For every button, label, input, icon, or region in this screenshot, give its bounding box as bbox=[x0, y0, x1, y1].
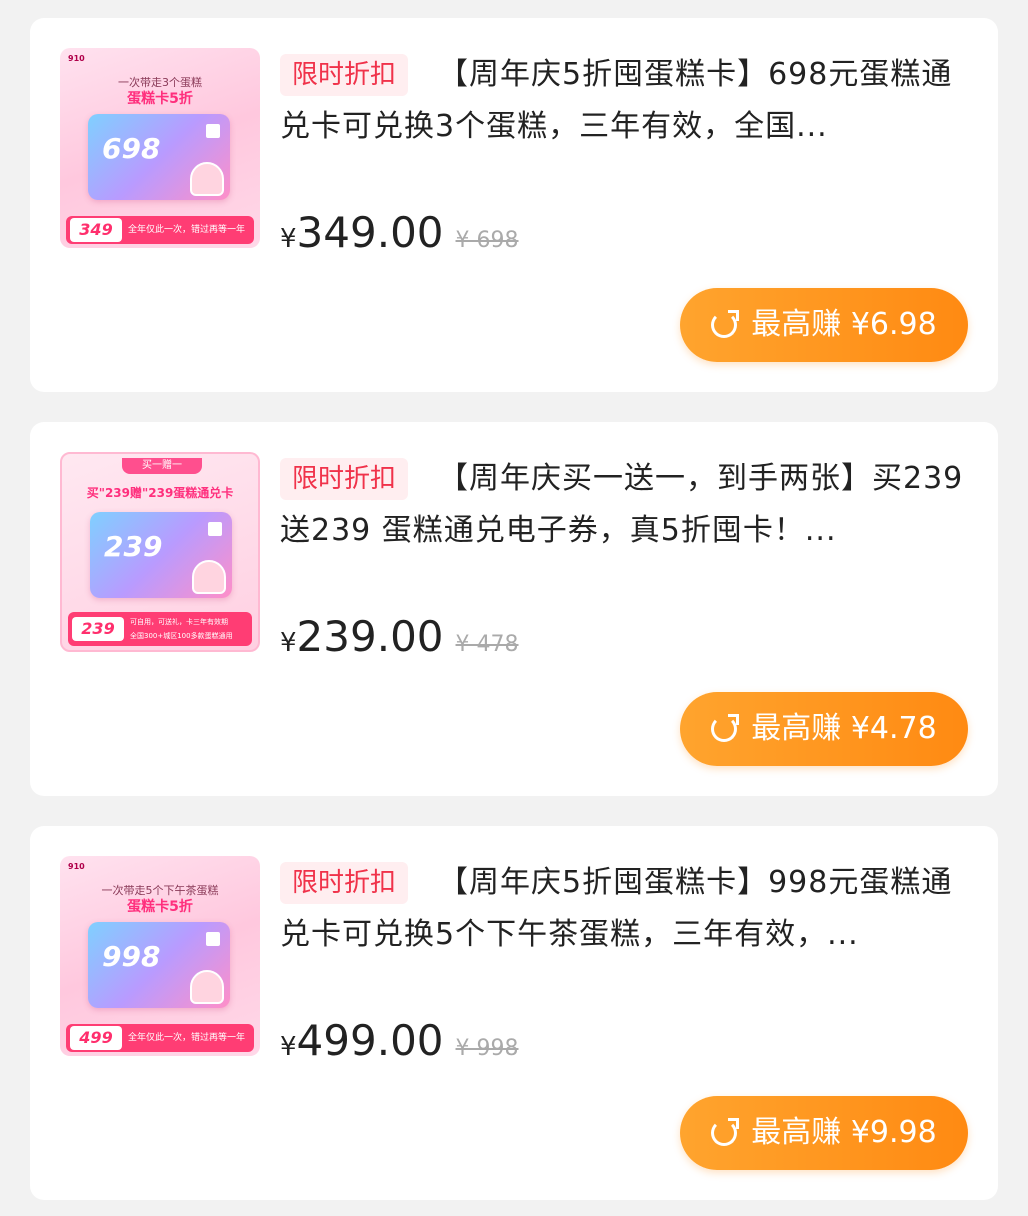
original-price: ¥ 998 bbox=[455, 1036, 519, 1061]
thumb-head: 910 bbox=[68, 54, 85, 63]
thumb-price-bar: 499 全年仅此一次，错过再等一年 bbox=[66, 1024, 254, 1052]
product-image[interactable]: 910 一次带走3个蛋糕 蛋糕卡5折 698 349 全年仅此一次，错过再等一年 bbox=[60, 48, 260, 248]
thumb-card-number: 998 bbox=[102, 940, 161, 973]
thumb-price-bar: 239 可自用，可送礼，卡三年有效期 全国300+城区100多款蛋糕通用 bbox=[68, 612, 252, 646]
brand-logo-icon bbox=[206, 124, 220, 138]
thumb-gift-card: 239 bbox=[90, 512, 232, 598]
cake-icon bbox=[190, 162, 224, 196]
thumb-price-bar: 349 全年仅此一次，错过再等一年 bbox=[66, 216, 254, 244]
thumb-bar-price: 349 bbox=[70, 218, 122, 242]
thumb-bar-text: 全年仅此一次，错过再等一年 bbox=[128, 225, 246, 235]
product-card[interactable]: 910 一次带走3个蛋糕 蛋糕卡5折 698 349 全年仅此一次，错过再等一年… bbox=[30, 18, 998, 392]
thumb-bar-text: 全年仅此一次，错过再等一年 bbox=[128, 1033, 246, 1043]
thumb-bar-text2: 全国300+城区100多款蛋糕通用 bbox=[130, 632, 233, 640]
thumb-ribbon: 买一赠一 bbox=[122, 458, 202, 474]
share-arrow-icon bbox=[711, 714, 740, 742]
price-value: 499.00 bbox=[296, 1016, 444, 1065]
earn-button-label: 最高赚 ¥9.98 bbox=[751, 1115, 937, 1150]
product-image[interactable]: 910 一次带走5个下午茶蛋糕 蛋糕卡5折 998 499 全年仅此一次，错过再… bbox=[60, 856, 260, 1056]
cake-icon bbox=[190, 970, 224, 1004]
price-currency: ¥ bbox=[280, 1032, 297, 1062]
share-arrow-icon bbox=[711, 310, 740, 338]
original-price: ¥ 698 bbox=[455, 228, 519, 253]
cake-icon bbox=[192, 560, 226, 594]
price-value: 239.00 bbox=[296, 612, 444, 661]
thumb-bar-price: 239 bbox=[72, 617, 124, 641]
thumb-card-number: 239 bbox=[104, 530, 163, 563]
thumb-card-number: 698 bbox=[102, 132, 161, 165]
brand-logo-icon bbox=[208, 522, 222, 536]
product-image[interactable]: 买一赠一 买"239赠"239蛋糕通兑卡 239 239 可自用，可送礼，卡三年… bbox=[60, 452, 260, 652]
product-title-text: 【周年庆5折囤蛋糕卡】998元蛋糕通兑卡可兑换5个下午茶蛋糕，三年有效，... bbox=[280, 865, 953, 952]
earn-button-label: 最高赚 ¥4.78 bbox=[751, 711, 937, 746]
brand-logo-icon bbox=[206, 932, 220, 946]
product-card[interactable]: 910 一次带走5个下午茶蛋糕 蛋糕卡5折 998 499 全年仅此一次，错过再… bbox=[30, 826, 998, 1200]
product-title-text: 【周年庆5折囤蛋糕卡】698元蛋糕通兑卡可兑换3个蛋糕，三年有效，全国... bbox=[280, 57, 953, 144]
share-arrow-icon bbox=[711, 1118, 740, 1146]
product-title[interactable]: 【周年庆5折囤蛋糕卡】698元蛋糕通兑卡可兑换3个蛋糕，三年有效，全国... bbox=[280, 49, 980, 153]
price-currency: ¥ bbox=[280, 224, 297, 254]
thumb-bar-text: 可自用，可送礼，卡三年有效期 bbox=[130, 618, 228, 626]
product-title[interactable]: 【周年庆买一送一，到手两张】买239 送239 蛋糕通兑电子券，真5折囤卡！..… bbox=[280, 453, 980, 557]
product-title[interactable]: 【周年庆5折囤蛋糕卡】998元蛋糕通兑卡可兑换5个下午茶蛋糕，三年有效，... bbox=[280, 857, 980, 961]
thumb-bar-price: 499 bbox=[70, 1026, 122, 1050]
thumb-line2: 蛋糕卡5折 bbox=[127, 91, 193, 107]
price-row: ¥499.00 ¥ 998 bbox=[280, 1016, 519, 1066]
thumb-head: 910 bbox=[68, 862, 85, 871]
price-row: ¥349.00 ¥ 698 bbox=[280, 208, 519, 258]
price-row: ¥239.00 ¥ 478 bbox=[280, 612, 519, 662]
earn-button[interactable]: 最高赚 ¥9.98 bbox=[680, 1096, 968, 1170]
product-card[interactable]: 买一赠一 买"239赠"239蛋糕通兑卡 239 239 可自用，可送礼，卡三年… bbox=[30, 422, 998, 796]
product-title-text: 【周年庆买一送一，到手两张】买239 送239 蛋糕通兑电子券，真5折囤卡！..… bbox=[280, 461, 964, 548]
price-currency: ¥ bbox=[280, 628, 297, 658]
thumb-line2: 买"239赠"239蛋糕通兑卡 bbox=[86, 486, 234, 500]
earn-button[interactable]: 最高赚 ¥4.78 bbox=[680, 692, 968, 766]
earn-button[interactable]: 最高赚 ¥6.98 bbox=[680, 288, 968, 362]
original-price: ¥ 478 bbox=[455, 632, 519, 657]
price-value: 349.00 bbox=[296, 208, 444, 257]
earn-button-label: 最高赚 ¥6.98 bbox=[751, 307, 937, 342]
thumb-line2: 蛋糕卡5折 bbox=[127, 899, 193, 915]
thumb-gift-card: 698 bbox=[88, 114, 230, 200]
thumb-gift-card: 998 bbox=[88, 922, 230, 1008]
